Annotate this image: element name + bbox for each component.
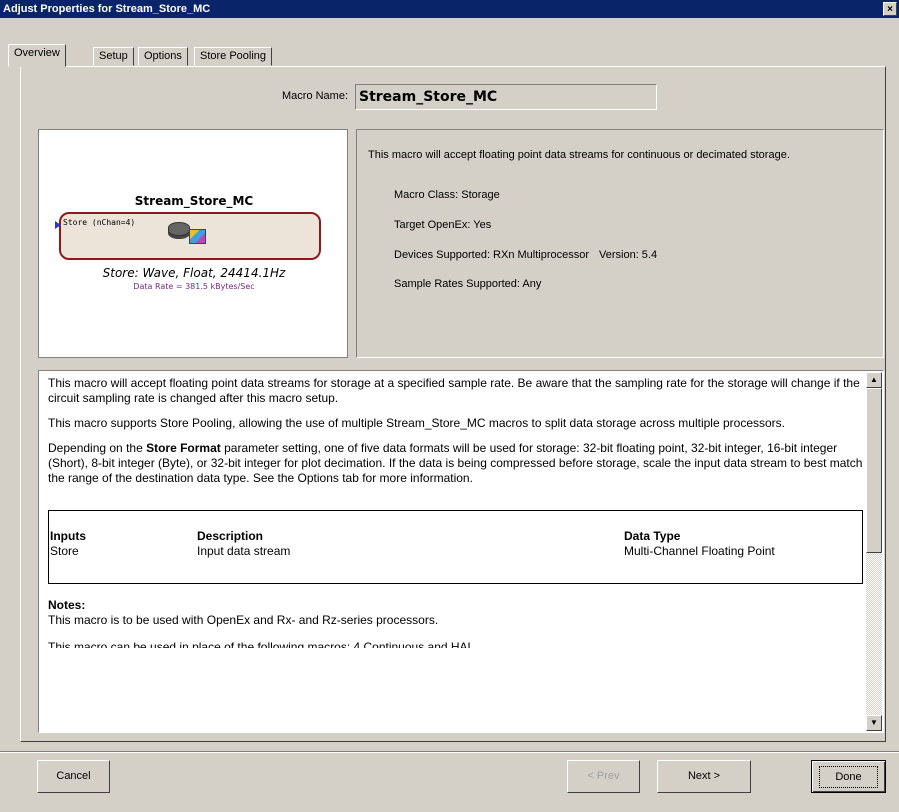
table-header-data-type: Data Type xyxy=(624,529,681,543)
info-version: Version: 5.4 xyxy=(599,249,658,261)
port-label: Store (nChan=4) xyxy=(63,218,136,227)
scroll-thumb[interactable] xyxy=(866,388,882,553)
scroll-down-icon[interactable]: ▼ xyxy=(866,715,882,731)
notes-text: This macro is to be used with OpenEx and… xyxy=(48,613,439,627)
cancel-button[interactable]: Cancel xyxy=(37,760,110,793)
info-macro-class: Macro Class: Storage xyxy=(394,189,500,201)
help-text-content: This macro will accept floating point da… xyxy=(48,376,866,648)
macro-info-panel: This macro will accept floating point da… xyxy=(356,129,884,358)
vertical-scrollbar[interactable]: ▲ ▼ xyxy=(866,372,882,731)
macro-preview: Stream_Store_MC Store (nChan=4) Store: W… xyxy=(38,129,348,358)
done-button[interactable]: Done xyxy=(811,760,886,793)
tab-store-pooling[interactable]: Store Pooling xyxy=(194,47,273,66)
help-text-area[interactable]: This macro will accept floating point da… xyxy=(38,370,884,733)
data-rate: Data Rate = 381.5 kBytes/Sec xyxy=(133,282,255,291)
table-cell-data-type: Multi-Channel Floating Point xyxy=(624,544,775,558)
done-button-label: Done xyxy=(819,766,878,788)
info-sample-rates: Sample Rates Supported: Any xyxy=(394,278,542,290)
tab-overview[interactable]: Overview xyxy=(8,44,66,67)
info-devices-supported: Devices Supported: RXn Multiprocessor xyxy=(394,249,590,261)
table-header-inputs: Inputs xyxy=(50,529,86,543)
window-title: Adjust Properties for Stream_Store_MC xyxy=(3,3,211,15)
macro-name-label: Macro Name: xyxy=(282,90,349,102)
input-port-icon xyxy=(55,221,61,229)
next-button[interactable]: Next > xyxy=(657,760,751,793)
macro-name-field: Stream_Store_MC xyxy=(355,84,657,110)
info-target-openex: Target OpenEx: Yes xyxy=(394,219,492,231)
table-cell-description: Input data stream xyxy=(197,544,291,558)
notes-cutoff-text: This macro can be used in place of the f… xyxy=(48,640,485,648)
tab-options[interactable]: Options xyxy=(138,47,188,66)
store-chart-icon xyxy=(189,229,206,244)
window-title-bar: Adjust Properties for Stream_Store_MC × xyxy=(0,0,899,18)
help-paragraph: Depending on the Store Format parameter … xyxy=(48,441,863,485)
button-separator xyxy=(0,751,899,753)
disk-storage-icon xyxy=(168,222,190,236)
table-cell-input: Store xyxy=(50,544,79,558)
io-table: Inputs Description Data Type Store Input… xyxy=(48,510,863,584)
notes-heading: Notes: xyxy=(48,598,86,612)
store-info: Store: Wave, Float, 24414.1Hz xyxy=(102,266,286,280)
table-header-description: Description xyxy=(197,529,264,543)
close-icon[interactable]: × xyxy=(883,2,897,16)
help-paragraph: This macro supports Store Pooling, allow… xyxy=(48,416,785,430)
scroll-up-icon[interactable]: ▲ xyxy=(866,372,882,388)
info-description: This macro will accept floating point da… xyxy=(368,149,790,161)
tab-setup[interactable]: Setup xyxy=(93,47,134,66)
preview-title: Stream_Store_MC xyxy=(134,194,254,208)
help-paragraph: This macro will accept floating point da… xyxy=(48,376,860,405)
prev-button[interactable]: < Prev xyxy=(567,760,640,793)
